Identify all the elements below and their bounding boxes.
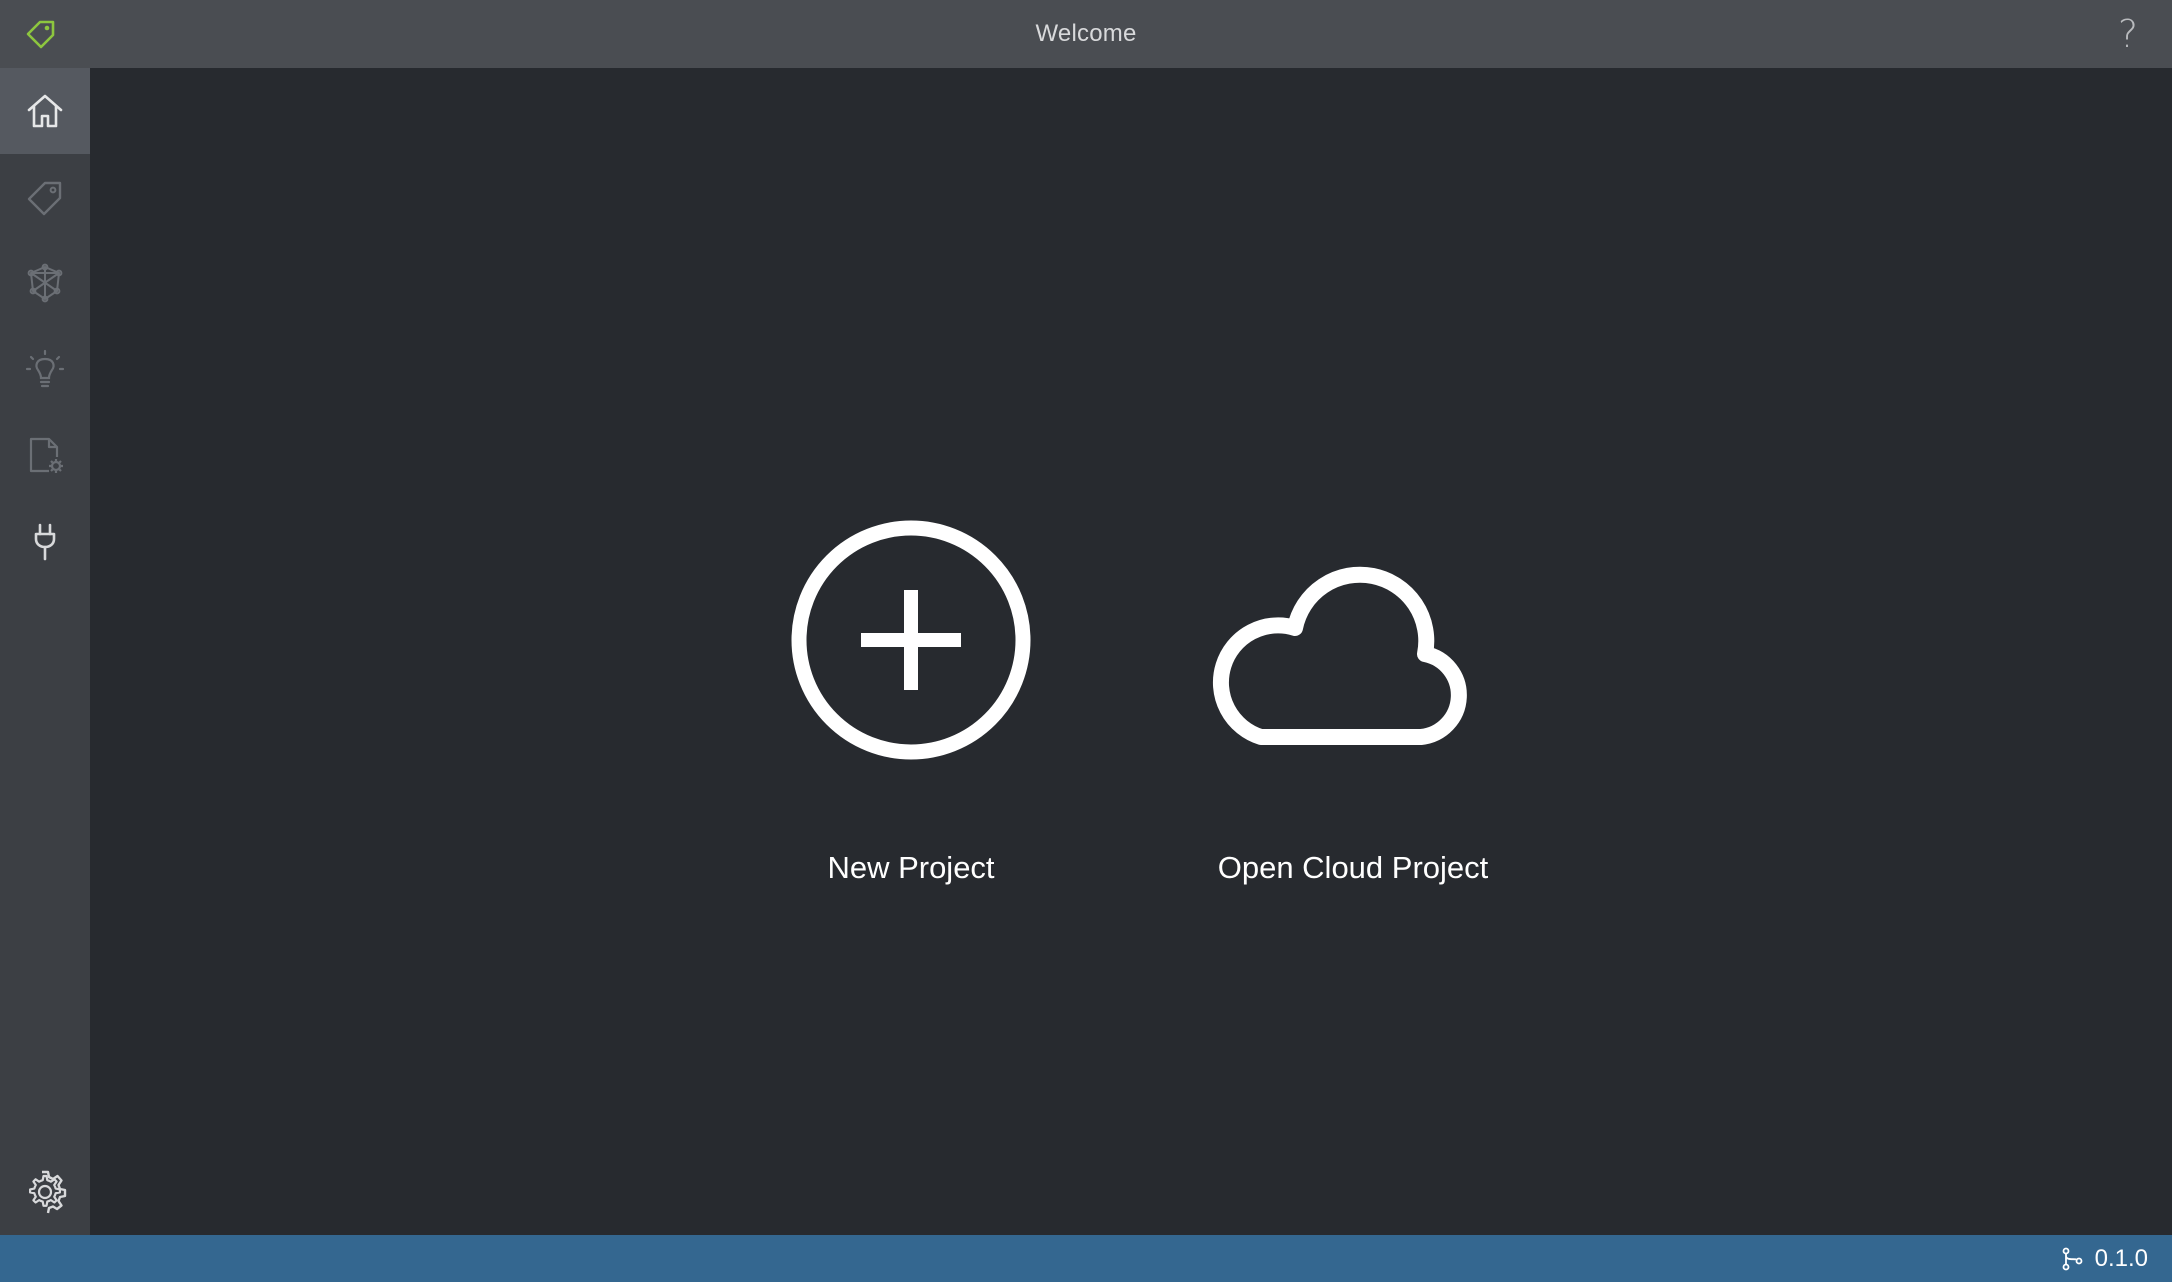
lightbulb-icon bbox=[25, 349, 65, 388]
open-cloud-project-label: Open Cloud Project bbox=[1217, 850, 1489, 885]
branch-icon bbox=[2062, 1247, 2083, 1270]
sidebar-item-export[interactable] bbox=[0, 412, 90, 498]
gear-icon bbox=[29, 1170, 67, 1214]
sidebar-item-tags[interactable] bbox=[0, 154, 90, 240]
home-icon bbox=[27, 94, 63, 128]
sidebar-item-model[interactable] bbox=[0, 240, 90, 326]
plus-circle-icon bbox=[791, 520, 1031, 760]
sidebar-item-home[interactable] bbox=[0, 68, 90, 154]
settings-button[interactable] bbox=[0, 1149, 90, 1235]
new-project-label: New Project bbox=[827, 850, 995, 885]
open-cloud-project-button[interactable]: Open Cloud Project bbox=[1203, 510, 1503, 886]
version-label: 0.1.0 bbox=[2094, 1244, 2148, 1272]
sidebar-item-insights[interactable] bbox=[0, 326, 90, 412]
version-indicator[interactable]: 0.1.0 bbox=[2059, 1245, 2148, 1273]
sidebar bbox=[0, 68, 90, 1235]
tag-icon bbox=[27, 181, 62, 216]
sidebar-item-connections[interactable] bbox=[0, 498, 90, 584]
title-bar: Welcome ? bbox=[0, 0, 2172, 68]
welcome-panel: New Project Open Cloud Project bbox=[90, 68, 2172, 1235]
new-project-button[interactable]: New Project bbox=[781, 510, 1041, 886]
plug-icon bbox=[34, 523, 56, 561]
cloud-icon bbox=[1212, 566, 1467, 745]
help-button[interactable]: ? bbox=[2108, 10, 2148, 58]
tag-logo-icon bbox=[26, 20, 55, 49]
network-icon bbox=[27, 263, 63, 303]
status-bar: 0.1.0 bbox=[0, 1235, 2172, 1282]
file-gear-icon bbox=[29, 437, 63, 473]
window-title: Welcome bbox=[1035, 20, 1137, 47]
